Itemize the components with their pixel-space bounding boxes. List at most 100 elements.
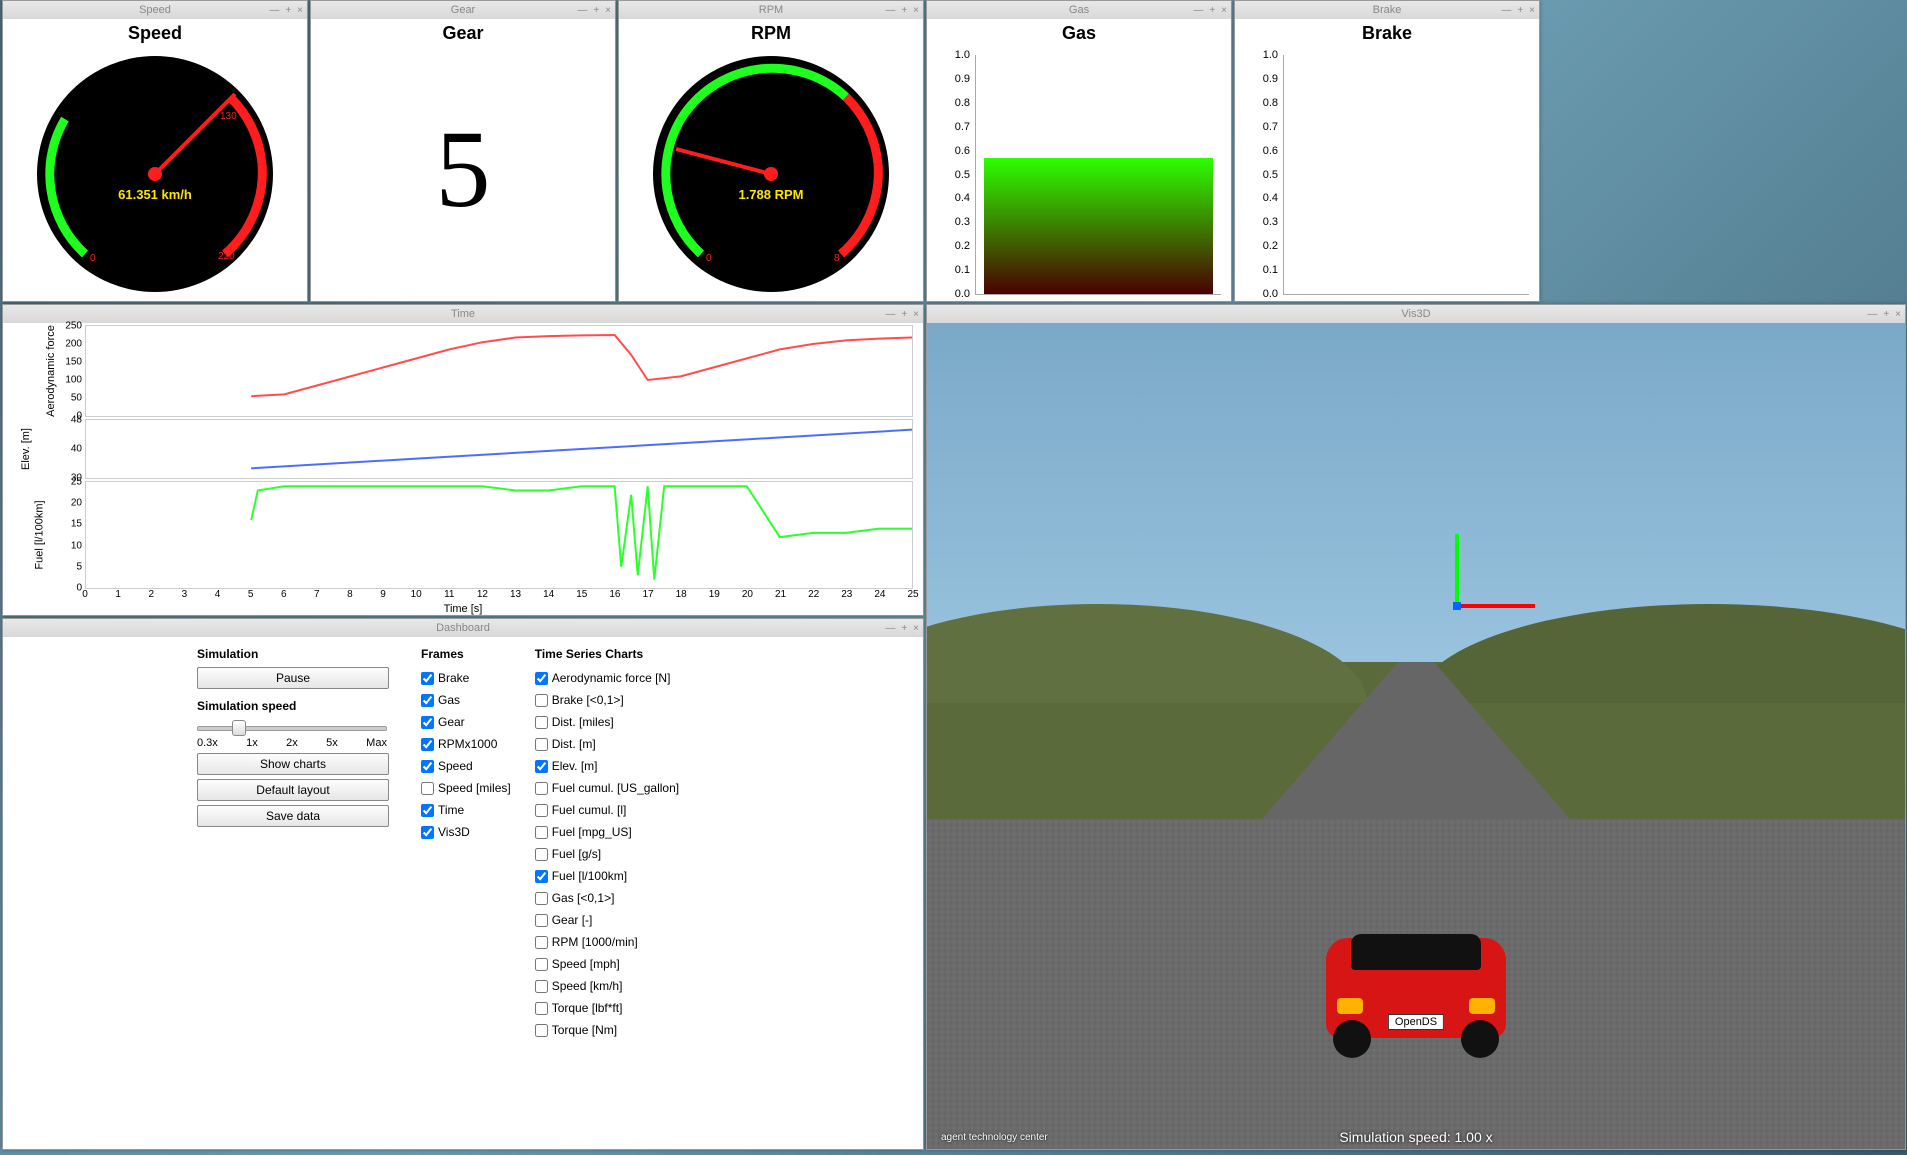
timeseries-checkbox[interactable]: RPM [1000/min] [535,935,679,949]
timeseries-checkbox-input[interactable] [535,1002,548,1015]
frames-checkbox[interactable]: Speed [miles] [421,781,511,795]
speed-titlebar[interactable]: Speed — + × [3,1,307,20]
maximize-icon[interactable]: + [1517,5,1523,16]
timeseries-checkbox[interactable]: Torque [Nm] [535,1023,679,1037]
minimize-icon[interactable]: — [269,5,279,16]
timeseries-checkbox-input[interactable] [535,958,548,971]
dashboard-titlebar[interactable]: Dashboard —+× [3,619,923,638]
maximize-icon[interactable]: + [285,5,291,16]
minimize-icon[interactable]: — [1867,309,1877,320]
close-icon[interactable]: × [605,5,611,16]
frames-checkbox[interactable]: Time [421,803,511,817]
close-icon[interactable]: × [913,623,919,634]
close-icon[interactable]: × [297,5,303,16]
vis3d-viewport[interactable]: OpenDS agent technology center Simulatio… [927,323,1905,1149]
timeseries-checkbox[interactable]: Fuel [mpg_US] [535,825,679,839]
frames-checkbox-input[interactable] [421,804,434,817]
close-icon[interactable]: × [913,5,919,16]
pause-button[interactable]: Pause [197,667,389,689]
frames-checkbox[interactable]: Speed [421,759,511,773]
minimize-icon[interactable]: — [1501,5,1511,16]
timeseries-checkbox-input[interactable] [535,826,548,839]
chart-ylabel: Fuel [l/100km] [34,500,46,569]
timeseries-checkbox[interactable]: Fuel cumul. [US_gallon] [535,781,679,795]
timeseries-checkbox[interactable]: Aerodynamic force [N] [535,671,679,685]
axis-tick: 0.5 [1263,169,1284,181]
time-titlebar[interactable]: Time —+× [3,305,923,324]
svg-text:130: 130 [220,111,237,122]
frames-checkbox[interactable]: Gas [421,693,511,707]
speed-title: Speed [7,4,303,16]
vis3d-titlebar[interactable]: Vis3D —+× [927,305,1905,324]
maximize-icon[interactable]: + [901,309,907,320]
frames-checkbox-input[interactable] [421,782,434,795]
close-icon[interactable]: × [913,309,919,320]
speed-panel: Speed —+× Speed 61.351 km/h 0 220 130 [2,0,308,302]
frames-checkbox[interactable]: Vis3D [421,825,511,839]
frames-checkbox[interactable]: RPMx1000 [421,737,511,751]
timeseries-checkbox-input[interactable] [535,716,548,729]
timeseries-checkbox[interactable]: Gas [<0,1>] [535,891,679,905]
maximize-icon[interactable]: + [593,5,599,16]
simspeed-slider[interactable] [197,719,387,735]
gas-titlebar[interactable]: Gas —+× [927,1,1231,20]
frames-checkbox[interactable]: Gear [421,715,511,729]
axis-tick: 16 [609,589,620,600]
timeseries-checkbox-input[interactable] [535,804,548,817]
timeseries-checkbox[interactable]: Torque [lbf*ft] [535,1001,679,1015]
timeseries-checkbox[interactable]: Fuel [l/100km] [535,869,679,883]
timeseries-checkbox[interactable]: Gear [-] [535,913,679,927]
minimize-icon[interactable]: — [885,5,895,16]
timeseries-checkbox[interactable]: Speed [mph] [535,957,679,971]
close-icon[interactable]: × [1529,5,1535,16]
timeseries-checkbox-input[interactable] [535,870,548,883]
timeseries-checkbox-input[interactable] [535,694,548,707]
axis-tick: 0.6 [1263,145,1284,157]
minimize-icon[interactable]: — [885,623,895,634]
close-icon[interactable]: × [1221,5,1227,16]
timeseries-checkbox-input[interactable] [535,672,548,685]
minimize-icon[interactable]: — [1193,5,1203,16]
frames-checkbox-input[interactable] [421,672,434,685]
timeseries-checkbox-input[interactable] [535,782,548,795]
timeseries-checkbox-input[interactable] [535,760,548,773]
maximize-icon[interactable]: + [1883,309,1889,320]
frames-checkbox[interactable]: Brake [421,671,511,685]
timeseries-checkbox[interactable]: Fuel cumul. [l] [535,803,679,817]
axis-tick: 5 [76,561,82,572]
timeseries-checkbox-input[interactable] [535,738,548,751]
svg-text:0: 0 [706,253,712,264]
maximize-icon[interactable]: + [901,623,907,634]
save-data-button[interactable]: Save data [197,805,389,827]
timeseries-checkbox[interactable]: Elev. [m] [535,759,679,773]
timeseries-checkbox-input[interactable] [535,1024,548,1037]
axis-tick: 11 [444,589,454,600]
timeseries-checkbox[interactable]: Dist. [miles] [535,715,679,729]
timeseries-checkbox-input[interactable] [535,936,548,949]
brake-titlebar[interactable]: Brake —+× [1235,1,1539,20]
default-layout-button[interactable]: Default layout [197,779,389,801]
timeseries-checkbox-input[interactable] [535,848,548,861]
timeseries-checkbox[interactable]: Dist. [m] [535,737,679,751]
maximize-icon[interactable]: + [901,5,907,16]
gas-bar-fill [984,158,1213,294]
show-charts-button[interactable]: Show charts [197,753,389,775]
maximize-icon[interactable]: + [1209,5,1215,16]
minimize-icon[interactable]: — [885,309,895,320]
frames-checkbox-input[interactable] [421,694,434,707]
frames-checkbox-input[interactable] [421,738,434,751]
frames-checkbox-input[interactable] [421,760,434,773]
frames-checkbox-input[interactable] [421,716,434,729]
close-icon[interactable]: × [1895,309,1901,320]
gear-titlebar[interactable]: Gear —+× [311,1,615,20]
timeseries-checkbox-input[interactable] [535,980,548,993]
timeseries-checkbox-input[interactable] [535,914,548,927]
frames-checkbox-input[interactable] [421,826,434,839]
rpm-titlebar[interactable]: RPM —+× [619,1,923,20]
timeseries-checkbox[interactable]: Fuel [g/s] [535,847,679,861]
axis-tick: 50 [71,393,82,404]
timeseries-checkbox[interactable]: Brake [<0,1>] [535,693,679,707]
timeseries-checkbox[interactable]: Speed [km/h] [535,979,679,993]
timeseries-checkbox-input[interactable] [535,892,548,905]
minimize-icon[interactable]: — [577,5,587,16]
